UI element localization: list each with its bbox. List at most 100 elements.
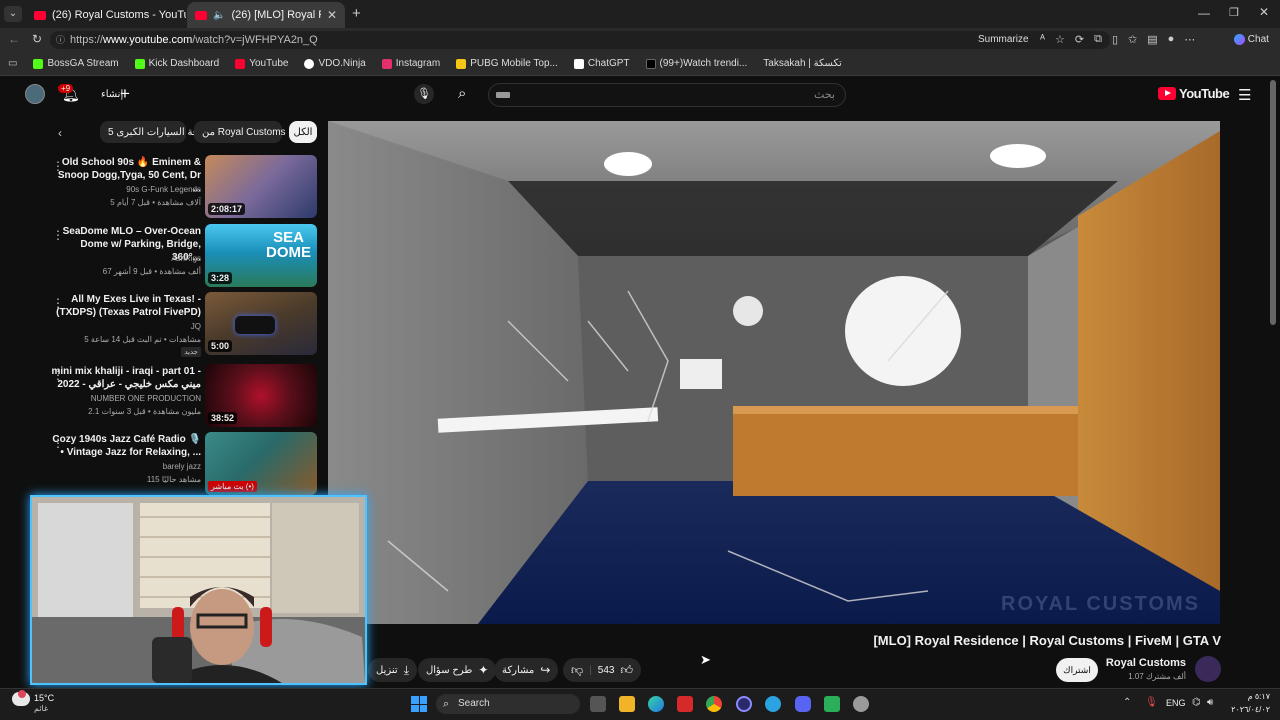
channel-avatar[interactable] xyxy=(1195,656,1221,682)
share-button[interactable]: مشاركة ↪ xyxy=(494,658,559,682)
chips-scroll-left-icon[interactable]: ‹ xyxy=(58,126,62,140)
refresh-extension-icon[interactable]: ⟳ xyxy=(1075,33,1084,46)
scrollbar[interactable] xyxy=(1270,80,1276,325)
video-title[interactable]: Cozy 1940s Jazz Café Radio 🎙️ • Vintage … xyxy=(51,433,201,459)
copilot-chat-button[interactable]: Chat xyxy=(1234,34,1269,45)
file-explorer-icon[interactable] xyxy=(619,696,635,712)
bookmark-item[interactable]: Instagram xyxy=(374,58,448,69)
video-frame xyxy=(328,121,1220,624)
back-icon[interactable]: ← xyxy=(8,32,20,46)
download-button[interactable]: تنزيل ⤓ xyxy=(368,658,417,682)
list-item[interactable]: ⋮ 5:00 All My Exes Live in Texas! - (TXD… xyxy=(44,292,319,357)
channel-name[interactable]: Royal Customs xyxy=(1100,657,1186,669)
chrome-icon[interactable] xyxy=(706,696,722,712)
site-info-icon[interactable]: ⓘ xyxy=(56,31,65,49)
volume-icon[interactable]: 🔊︎ xyxy=(1207,697,1213,708)
ask-button[interactable]: طرح سؤال ✦ xyxy=(418,658,497,682)
favorite-icon[interactable]: ☆ xyxy=(1055,33,1065,46)
bookmark-item[interactable]: Taksakah | تكسكة xyxy=(755,58,850,69)
create-plus-icon[interactable]: + xyxy=(120,84,130,104)
tiktok-icon xyxy=(645,58,656,69)
chip-from-royal-customs[interactable]: من Royal Customs xyxy=(194,121,286,143)
profile-icon[interactable]: ● xyxy=(1168,33,1175,46)
like-icon[interactable]: 👍︎ xyxy=(620,663,633,678)
weather-temp[interactable]: 15°C xyxy=(34,693,54,703)
speaker-icon[interactable]: 🔈 xyxy=(213,10,225,21)
refresh-icon[interactable]: ↻ xyxy=(32,32,42,46)
discord-icon[interactable] xyxy=(795,696,811,712)
voice-search-icon[interactable]: 🎙︎ xyxy=(414,84,434,104)
video-player[interactable]: ROYAL CUSTOMS xyxy=(328,121,1220,624)
bookmark-item[interactable]: Kick Dashboard xyxy=(127,58,228,69)
list-item[interactable]: ⋮ SEA DOME 3:28 SeaDome MLO – Over-Ocean … xyxy=(44,224,319,288)
edge-browser-icon[interactable] xyxy=(648,696,664,712)
list-item[interactable]: ⋮ 38:52 mini mix khaliji - iraqi - part … xyxy=(44,364,319,428)
bookmark-item[interactable]: VDO.Ninja xyxy=(296,58,373,69)
video-thumbnail[interactable]: SEA DOME 3:28 xyxy=(205,224,317,287)
close-tab-icon[interactable]: ✕ xyxy=(327,8,337,22)
video-title[interactable]: All My Exes Live in Texas! - (TXDPS) (Te… xyxy=(51,293,201,319)
subscribe-button[interactable]: اشتراك xyxy=(1056,658,1098,682)
settings-gear-icon[interactable] xyxy=(853,696,869,712)
bookmark-item[interactable]: BossGA Stream xyxy=(25,58,126,69)
youtube-logo[interactable]: YouTube xyxy=(1158,86,1230,101)
taskbar-search-label: Search xyxy=(458,698,490,709)
list-item[interactable]: ⋮ بث مباشر (•) Cozy 1940s Jazz Café Radi… xyxy=(44,432,319,496)
channel-name[interactable]: 90s G-Funk Legends xyxy=(51,185,201,194)
video-thumbnail[interactable]: 5:00 xyxy=(205,292,317,355)
telegram-icon[interactable] xyxy=(765,696,781,712)
summarize-button[interactable]: Summarize xyxy=(978,34,1029,45)
split-screen-icon[interactable]: ▯ xyxy=(1112,33,1118,46)
language-indicator[interactable]: ENG xyxy=(1166,698,1186,708)
tab-actions-menu-icon[interactable]: ⌄ xyxy=(4,6,22,22)
bookmark-item[interactable]: YouTube xyxy=(227,58,296,69)
video-title[interactable]: mini mix khaliji - iraqi - part 01 - مين… xyxy=(51,365,201,391)
video-thumbnail[interactable]: 38:52 xyxy=(205,364,317,427)
minimize-icon[interactable]: — xyxy=(1198,6,1210,20)
url-field[interactable]: ⓘ https://www.youtube.com/watch?v=jWFHPY… xyxy=(50,31,1110,49)
toolbar-icons: ᴬ ☆ ⟳ ⧉ ▯ ✩ ▤ ● ⋯ xyxy=(1040,33,1195,46)
app-green-icon[interactable] xyxy=(824,696,840,712)
extensions-icon[interactable]: ⧉ xyxy=(1094,33,1102,46)
clock-date[interactable]: ٢٠٢٦/٠٤/٠٢ xyxy=(1222,705,1270,714)
windows-taskbar xyxy=(0,688,1280,720)
search-input[interactable]: بحث xyxy=(488,83,846,107)
more-icon[interactable]: ⋯ xyxy=(1184,33,1195,46)
app-red-icon[interactable] xyxy=(677,696,693,712)
read-aloud-icon[interactable]: ᴬ xyxy=(1040,33,1045,46)
chip-gta5[interactable]: سرقة السيارات الكبرى 5 xyxy=(100,121,211,143)
channel-name[interactable]: AshRigs xyxy=(51,254,201,263)
search-icon[interactable]: ⌕ xyxy=(458,85,466,102)
network-icon[interactable]: ⌬ xyxy=(1192,697,1201,708)
video-thumbnail[interactable]: 2:08:17 xyxy=(205,155,317,218)
close-window-icon[interactable]: ✕ xyxy=(1259,5,1269,19)
maximize-icon[interactable]: ❐ xyxy=(1229,6,1239,19)
workspace-icon[interactable]: ▭ xyxy=(0,58,25,69)
clock-time[interactable]: ٥:١٧ م xyxy=(1222,692,1270,701)
video-meta: 5 آلاف مشاهدة • قبل 7 أيام xyxy=(110,198,201,207)
microphone-icon[interactable]: 🎙︎ xyxy=(1145,697,1158,708)
list-item[interactable]: ⋮ 2:08:17 Old School 90s 🔥 Eminem & Snoo… xyxy=(44,155,319,219)
keyboard-icon[interactable] xyxy=(496,92,510,98)
hamburger-menu-icon[interactable]: ☰ xyxy=(1238,86,1251,104)
tray-overflow-icon[interactable]: ⌃ xyxy=(1123,697,1131,708)
obs-icon[interactable] xyxy=(736,696,752,712)
taskbar-search[interactable]: ⌕ Search xyxy=(436,694,580,714)
task-view-icon[interactable] xyxy=(590,696,606,712)
collections-icon[interactable]: ▤ xyxy=(1147,33,1157,46)
bookmark-item[interactable]: ChatGPT xyxy=(566,58,638,69)
new-tab-button[interactable]: + xyxy=(352,5,361,22)
favorites-icon[interactable]: ✩ xyxy=(1128,33,1137,46)
video-thumbnail[interactable]: بث مباشر (•) xyxy=(205,432,317,495)
channel-name[interactable]: barely jazz xyxy=(51,462,201,471)
dislike-icon[interactable]: 👎︎ xyxy=(571,663,583,678)
tab-royal-customs[interactable]: (26) Royal Customs - YouTube ✕ xyxy=(26,2,186,28)
tab-royal-residence[interactable]: 🔈 (26) [MLO] Royal Residence | R ✕ xyxy=(187,2,345,28)
avatar[interactable] xyxy=(25,84,45,104)
bookmark-item[interactable]: (99+)Watch trendi... xyxy=(638,58,756,69)
bookmark-item[interactable]: PUBG Mobile Top... xyxy=(448,58,566,69)
channel-name[interactable]: NUMBER ONE PRODUCTION xyxy=(51,394,201,403)
windows-start-icon[interactable] xyxy=(411,696,427,712)
channel-name[interactable]: JQ xyxy=(51,322,201,331)
chip-all[interactable]: الكل xyxy=(289,121,317,143)
